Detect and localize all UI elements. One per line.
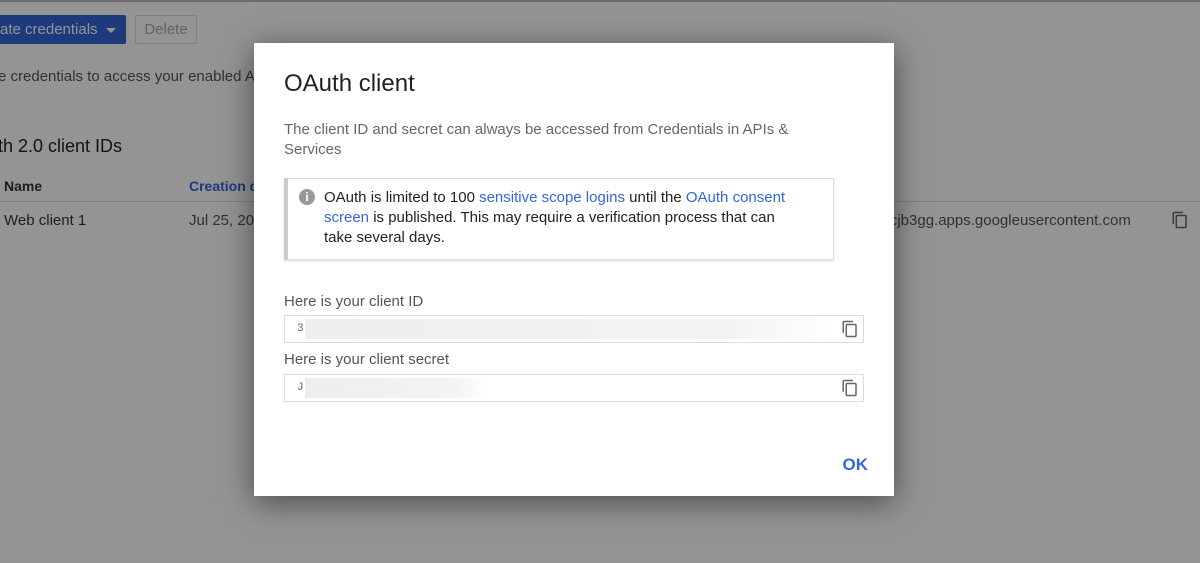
info-icon: i bbox=[299, 189, 315, 205]
client-secret-label: Here is your client secret bbox=[284, 351, 450, 368]
text: until the bbox=[625, 189, 686, 206]
oauth-client-dialog: OAuth client The client ID and secret ca… bbox=[254, 43, 894, 496]
redacted-area bbox=[305, 319, 835, 339]
info-notice: i OAuth is limited to 100 sensitive scop… bbox=[284, 178, 834, 260]
client-id-label: Here is your client ID bbox=[284, 293, 424, 310]
ok-button[interactable]: OK bbox=[843, 455, 869, 475]
field-value: 3 bbox=[297, 323, 304, 335]
client-secret-field[interactable]: J) bbox=[284, 374, 864, 402]
dialog-intro: The client ID and secret can always be a… bbox=[284, 121, 789, 158]
text: OAuth is limited to 100 bbox=[324, 189, 480, 206]
redacted-area bbox=[305, 378, 490, 398]
notice-text: OAuth is limited to 100 sensitive scope … bbox=[324, 188, 804, 248]
dialog-title: OAuth client bbox=[284, 70, 415, 97]
client-id-field[interactable]: 3 bbox=[284, 315, 864, 343]
copy-icon[interactable] bbox=[841, 320, 859, 338]
sensitive-scope-link[interactable]: sensitive scope logins bbox=[479, 189, 625, 206]
copy-icon[interactable] bbox=[841, 379, 859, 397]
text: is published. This may require a verific… bbox=[324, 209, 775, 246]
